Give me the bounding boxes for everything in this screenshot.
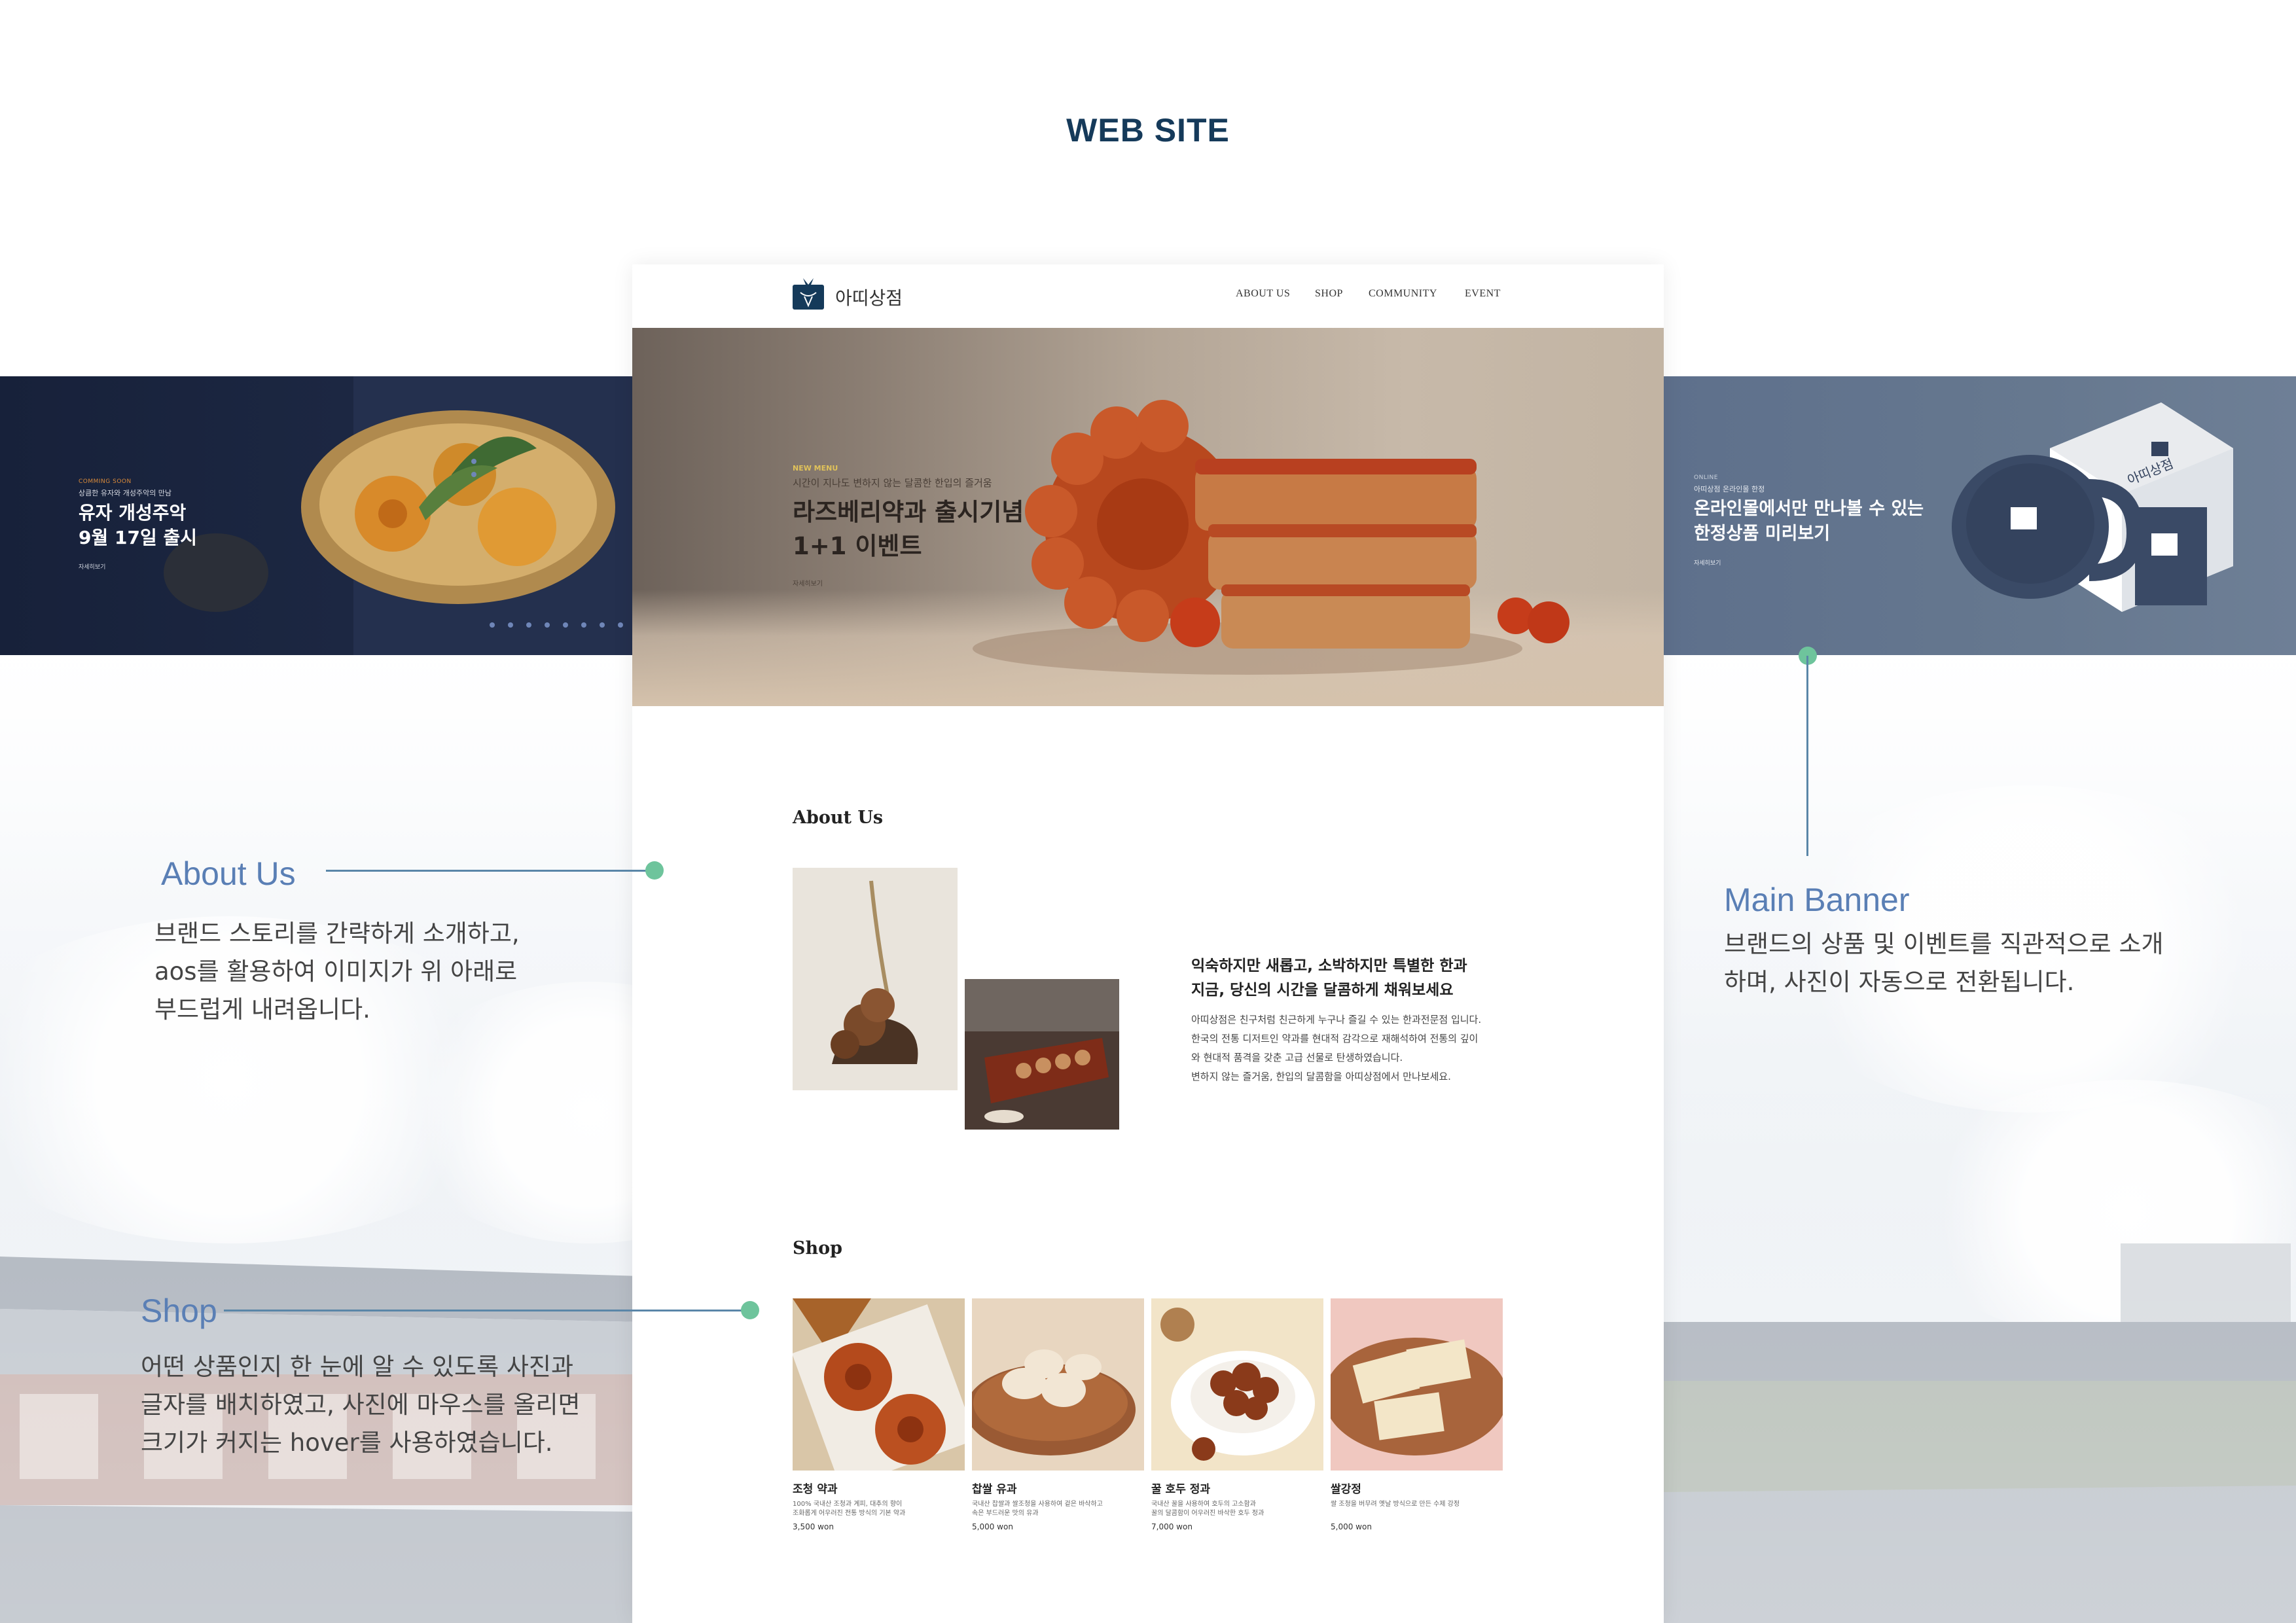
left-banner-title: 유자 개성주악 9월 17일 출시 xyxy=(79,501,197,550)
annotation-about-dot xyxy=(645,861,664,880)
product-image-chapssal-yugwa[interactable] xyxy=(972,1298,1144,1471)
right-banner-eyebrow: ONLINE xyxy=(1694,474,1718,481)
product-description-line: 국내산 찹쌀과 쌀조청을 사용하여 겉은 바삭하고 xyxy=(972,1501,1103,1508)
product-price: 5,000 won xyxy=(972,1522,1013,1531)
hero-yakgwa-illustration xyxy=(973,400,1570,675)
annotation-banner-connector xyxy=(1806,656,1808,856)
product-description: 국내산 찹쌀과 쌀조청을 사용하여 겉은 바삭하고 속은 부드러운 맛의 유과 xyxy=(972,1500,1144,1518)
right-banner-title-line2: 한정상품 미리보기 xyxy=(1694,524,1831,544)
product-image-ssalgangjeong[interactable] xyxy=(1331,1298,1503,1471)
left-banner-title-line2: 9월 17일 출시 xyxy=(79,527,197,548)
product-description-line: 쌀 조청을 버무려 옛날 방식으로 만든 수제 강정 xyxy=(1331,1501,1460,1508)
annotation-line: 어떤 상품인지 한 눈에 알 수 있도록 사진과 xyxy=(141,1353,574,1381)
annotation-about-connector xyxy=(326,870,655,872)
product-image-jocheong-yakgwa[interactable] xyxy=(793,1298,965,1471)
nav-about-us[interactable]: ABOUT US xyxy=(1236,288,1290,300)
product-description-line: 꿀의 달콤함이 어우러진 바삭한 호두 정과 xyxy=(1151,1510,1265,1517)
hero-more-link[interactable]: 자세히보기 xyxy=(793,578,823,588)
about-section-title: About Us xyxy=(793,808,884,828)
left-banner-eyebrow: COMMING SOON xyxy=(79,478,132,485)
annotation-shop-connector xyxy=(224,1310,749,1311)
nav-community[interactable]: COMMUNITY xyxy=(1369,288,1437,300)
left-banner[interactable]: COMMING SOON 상큼한 유자와 개성주악의 만남 유자 개성주악 9월… xyxy=(0,376,632,655)
annotation-line: 브랜드 스토리를 간략하게 소개하고, xyxy=(154,919,520,948)
annotation-line: 부드럽게 내려옵니다. xyxy=(154,995,370,1024)
hero-eyebrow: NEW MENU xyxy=(793,464,838,473)
product-price: 7,000 won xyxy=(1151,1522,1193,1531)
shop-section-title: Shop xyxy=(793,1238,843,1258)
annotation-line: 브랜드의 상품 및 이벤트를 직관적으로 소개 xyxy=(1724,930,2164,958)
annotation-line: 글자를 배치하였고, 사진에 마우스를 올리면 xyxy=(141,1391,581,1419)
main-hero-banner[interactable]: NEW MENU 시간이 지나도 변하지 않는 달콤한 한입의 즐거움 라즈베리… xyxy=(632,328,1664,706)
product-description-line: 속은 부드러운 맛의 유과 xyxy=(972,1510,1039,1517)
product-card[interactable]: 찹쌀 유과 국내산 찹쌀과 쌀조청을 사용하여 겉은 바삭하고 속은 부드러운 … xyxy=(972,1298,1144,1531)
product-card[interactable]: 조청 약과 100% 국내산 조청과 계피, 대추의 향이 조화롭게 어우러진 … xyxy=(793,1298,965,1531)
about-body: 아띠상점은 친구처럼 친근하게 누구나 즐길 수 있는 한과전문점 입니다. 한… xyxy=(1191,1010,1481,1086)
annotation-line: 크기가 커지는 hover를 사용하였습니다. xyxy=(141,1429,553,1457)
nav-event[interactable]: EVENT xyxy=(1465,288,1501,300)
product-description: 100% 국내산 조청과 계피, 대추의 향이 조화롭게 어우러진 전통 방식의… xyxy=(793,1500,965,1518)
product-price: 5,000 won xyxy=(1331,1522,1372,1531)
about-headline-line1: 익숙하지만 새롭고, 소박하지만 특별한 한과 xyxy=(1191,957,1467,974)
right-banner-title-line1: 온라인몰에서만 만나볼 수 있는 xyxy=(1694,499,1924,519)
hero-title-line2: 1+1 이벤트 xyxy=(793,532,922,560)
annotation-line: 하며, 사진이 자동으로 전환됩니다. xyxy=(1724,968,2075,996)
product-description-line: 국내산 꿀을 사용하여 호두의 고소함과 xyxy=(1151,1501,1256,1508)
about-body-line: 한국의 전통 디저트인 약과를 현대적 감각으로 재해석하여 전통의 깊이 xyxy=(1191,1033,1479,1044)
annotation-about-body: 브랜드 스토리를 간략하게 소개하고, aos를 활용하여 이미지가 위 아래로… xyxy=(154,915,520,1029)
right-banner[interactable]: 아띠상점 ONLINE 아띠상점 온라인몰 한정 온라인몰에서만 만나볼 수 있… xyxy=(1664,376,2296,655)
product-image-honey-walnut[interactable] xyxy=(1151,1298,1323,1471)
about-body-line: 변하지 않는 즐거움, 한입의 달콤함을 아띠상점에서 만나보세요. xyxy=(1191,1071,1451,1082)
product-card[interactable]: 쌀강정 쌀 조청을 버무려 옛날 방식으로 만든 수제 강정 5,000 won xyxy=(1331,1298,1503,1531)
right-banner-more-link[interactable]: 자세히보기 xyxy=(1694,558,1721,567)
product-description-line: 조화롭게 어우러진 전통 방식의 기본 약과 xyxy=(793,1510,906,1517)
about-image-yakgwa-branch xyxy=(793,868,958,1090)
product-description-line: 100% 국내산 조청과 계피, 대추의 향이 xyxy=(793,1501,903,1508)
brand-name[interactable]: 아띠상점 xyxy=(835,284,903,310)
about-headline-line2: 지금, 당신의 시간을 달콤하게 채워보세요 xyxy=(1191,982,1454,999)
annotation-shop-title: Shop xyxy=(141,1293,217,1329)
right-banner-title: 온라인몰에서만 만나볼 수 있는 한정상품 미리보기 xyxy=(1694,497,1924,546)
annotation-line: aos를 활용하여 이미지가 위 아래로 xyxy=(154,957,518,986)
annotation-banner-title: Main Banner xyxy=(1724,882,1910,918)
annotation-banner-body: 브랜드의 상품 및 이벤트를 직관적으로 소개 하며, 사진이 자동으로 전환됩… xyxy=(1724,925,2164,1001)
about-body-line: 와 현대적 품격을 갖춘 고급 선물로 탄생하였습니다. xyxy=(1191,1052,1403,1063)
nav-shop[interactable]: SHOP xyxy=(1315,288,1343,300)
product-name: 찹쌀 유과 xyxy=(972,1483,1017,1496)
product-description: 국내산 꿀을 사용하여 호두의 고소함과 꿀의 달콤함이 어우러진 바삭한 호두… xyxy=(1151,1500,1323,1518)
website-mockup: 아띠상점 ABOUT US SHOP COMMUNITY EVENT NEW M… xyxy=(632,264,1664,1623)
product-card[interactable]: 꿀 호두 정과 국내산 꿀을 사용하여 호두의 고소함과 꿀의 달콤함이 어우러… xyxy=(1151,1298,1323,1531)
annotation-shop-body: 어떤 상품인지 한 눈에 알 수 있도록 사진과 글자를 배치하였고, 사진에 … xyxy=(141,1348,581,1462)
hero-title: 라즈베리약과 출시기념 1+1 이벤트 xyxy=(793,495,1024,563)
annotation-about-title: About Us xyxy=(161,855,296,892)
right-banner-subtitle: 아띠상점 온라인몰 한정 xyxy=(1694,485,1765,493)
left-banner-subtitle: 상큼한 유자와 개성주악의 만남 xyxy=(79,489,172,497)
left-banner-more-link[interactable]: 자세히보기 xyxy=(79,562,105,571)
product-name: 꿀 호두 정과 xyxy=(1151,1483,1211,1496)
product-name: 쌀강정 xyxy=(1331,1483,1361,1496)
site-header: 아띠상점 ABOUT US SHOP COMMUNITY EVENT xyxy=(632,264,1664,328)
about-headline: 익숙하지만 새롭고, 소박하지만 특별한 한과 지금, 당신의 시간을 달콤하게… xyxy=(1191,954,1467,1003)
left-banner-title-line1: 유자 개성주악 xyxy=(79,502,187,524)
hero-subtitle: 시간이 지나도 변하지 않는 달콤한 한입의 즐거움 xyxy=(793,477,992,489)
hero-title-line1: 라즈베리약과 출시기념 xyxy=(793,498,1024,526)
gift-box-logo-icon[interactable] xyxy=(793,277,824,310)
about-image-dessert-table xyxy=(965,979,1119,1130)
page-title: WEB SITE xyxy=(1066,112,1230,149)
product-description: 쌀 조청을 버무려 옛날 방식으로 만든 수제 강정 xyxy=(1331,1500,1503,1509)
about-body-line: 아띠상점은 친구처럼 친근하게 누구나 즐길 수 있는 한과전문점 입니다. xyxy=(1191,1014,1482,1026)
product-name: 조청 약과 xyxy=(793,1483,838,1496)
product-price: 3,500 won xyxy=(793,1522,834,1531)
annotation-shop-dot xyxy=(741,1301,759,1319)
